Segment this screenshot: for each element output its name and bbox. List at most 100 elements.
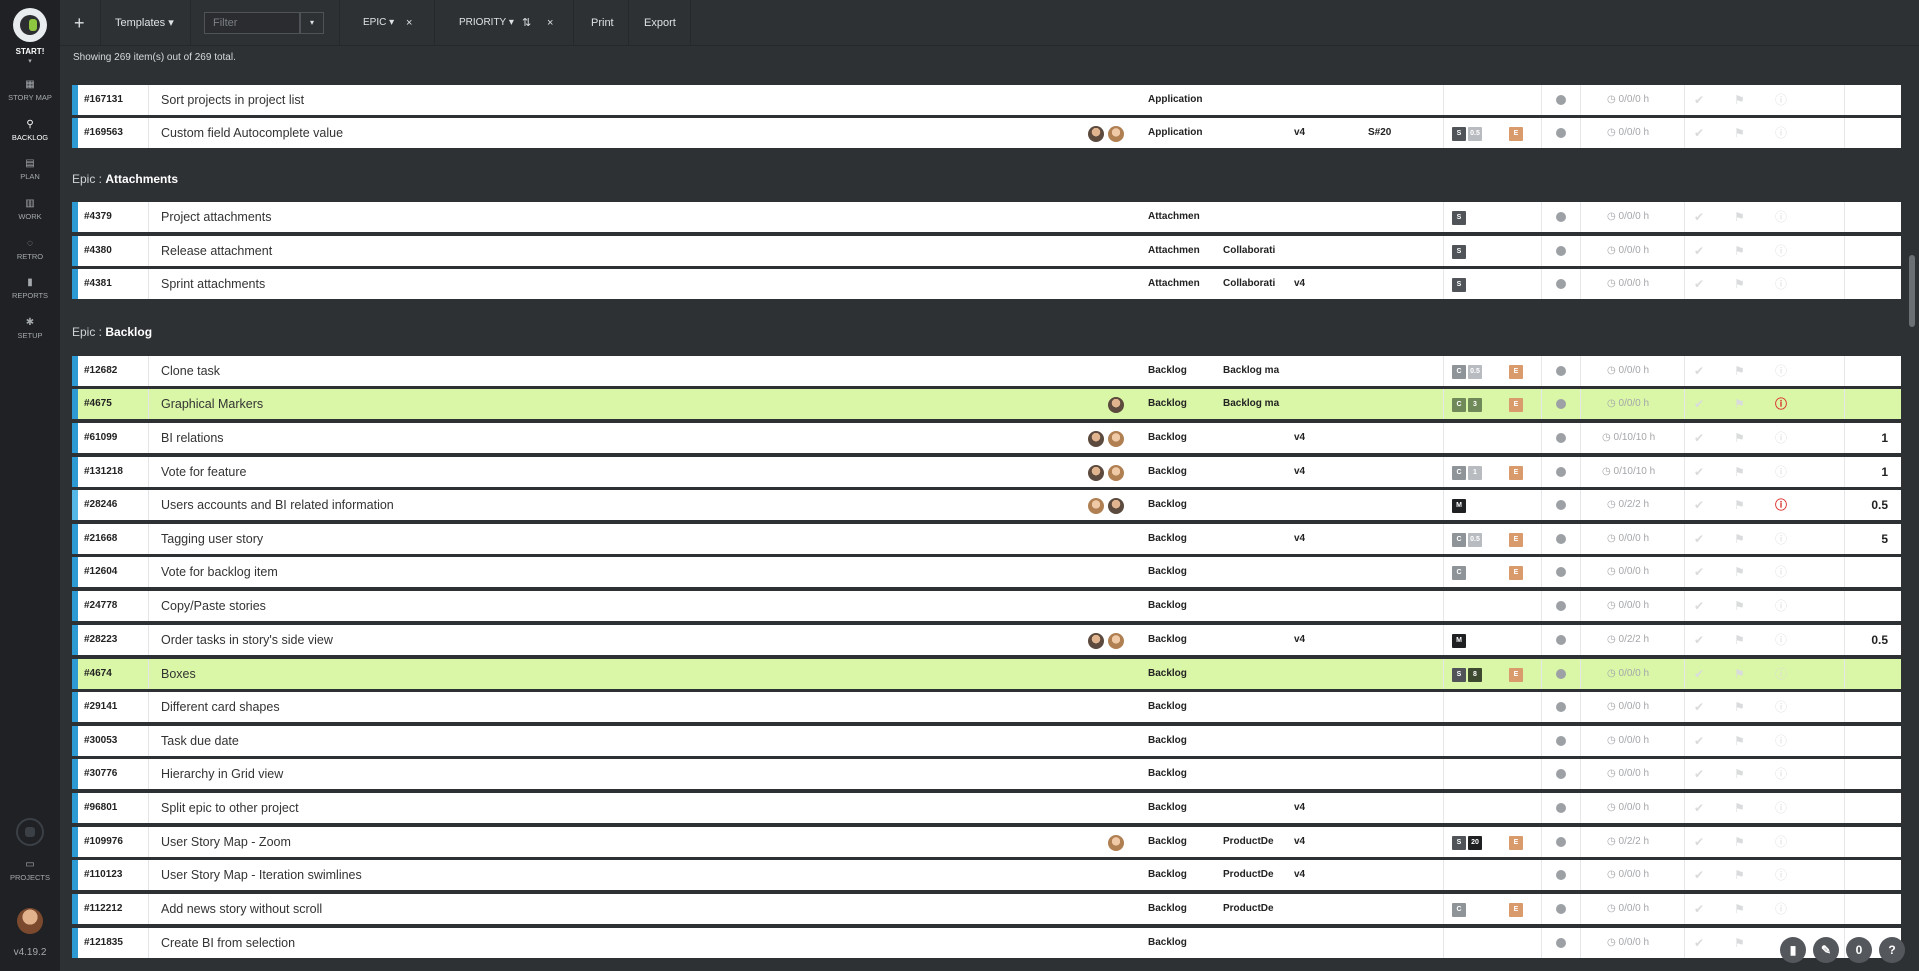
item-id[interactable]: #167131: [84, 85, 146, 115]
table-row[interactable]: #4381 Sprint attachments Attachmen Colla…: [72, 267, 1901, 299]
avatar[interactable]: [1108, 465, 1124, 481]
item-id[interactable]: #21668: [84, 524, 146, 554]
table-row[interactable]: #131218 Vote for feature Backlog v4 C 1 …: [72, 455, 1901, 487]
item-title[interactable]: Graphical Markers: [148, 389, 1048, 419]
item-id[interactable]: #4675: [84, 389, 146, 419]
nav-backlog[interactable]: ⚲ BACKLOG: [0, 118, 60, 152]
status-dot[interactable]: [1556, 702, 1566, 712]
flag-icon[interactable]: ⚑: [1734, 524, 1745, 554]
status-dot[interactable]: [1556, 601, 1566, 611]
item-id[interactable]: #30776: [84, 759, 146, 789]
alert-icon[interactable]: ⓘ: [1775, 490, 1787, 520]
item-title[interactable]: Release attachment: [148, 236, 1048, 266]
item-title[interactable]: Add news story without scroll: [148, 894, 1048, 924]
check-icon[interactable]: ✔: [1694, 759, 1704, 789]
item-id[interactable]: #96801: [84, 793, 146, 823]
item-id[interactable]: #12682: [84, 356, 146, 386]
item-title[interactable]: Custom field Autocomplete value: [148, 118, 1048, 148]
flag-icon[interactable]: ⚑: [1734, 591, 1745, 621]
flag-icon[interactable]: ⚑: [1734, 894, 1745, 924]
table-row[interactable]: #112212 Add news story without scroll Ba…: [72, 892, 1901, 924]
status-dot[interactable]: [1556, 870, 1566, 880]
item-title[interactable]: BI relations: [148, 423, 1048, 453]
nav-projects[interactable]: ▭ PROJECTS: [0, 858, 60, 892]
item-title[interactable]: Tagging user story: [148, 524, 1048, 554]
check-icon[interactable]: ✔: [1694, 625, 1704, 655]
flag-icon[interactable]: ⚑: [1734, 625, 1745, 655]
vertical-scrollbar[interactable]: [1909, 255, 1915, 327]
epic-group-dropdown[interactable]: EPIC ▾: [363, 0, 394, 46]
info-icon[interactable]: ⓘ: [1775, 236, 1787, 266]
check-icon[interactable]: ✔: [1694, 118, 1704, 148]
item-id[interactable]: #4381: [84, 269, 146, 299]
user-avatar[interactable]: [17, 908, 43, 934]
item-id[interactable]: #131218: [84, 457, 146, 487]
check-icon[interactable]: ✔: [1694, 85, 1704, 115]
flag-icon[interactable]: ⚑: [1734, 118, 1745, 148]
avatar[interactable]: [1108, 126, 1124, 142]
item-title[interactable]: Users accounts and BI related informatio…: [148, 490, 1048, 520]
check-icon[interactable]: ✔: [1694, 423, 1704, 453]
item-id[interactable]: #61099: [84, 423, 146, 453]
item-title[interactable]: Project attachments: [148, 202, 1048, 232]
check-icon[interactable]: ✔: [1694, 524, 1704, 554]
table-row[interactable]: #109976 User Story Map - Zoom Backlog Pr…: [72, 825, 1901, 857]
info-icon[interactable]: ⓘ: [1775, 524, 1787, 554]
status-dot[interactable]: [1556, 246, 1566, 256]
check-icon[interactable]: ✔: [1694, 457, 1704, 487]
item-title[interactable]: Task due date: [148, 726, 1048, 756]
table-row[interactable]: #61099 BI relations Backlog v4 ◷ 0/10/10…: [72, 421, 1901, 453]
item-id[interactable]: #4674: [84, 659, 146, 689]
flag-icon[interactable]: ⚑: [1734, 726, 1745, 756]
start-label[interactable]: START!: [0, 47, 60, 56]
status-dot[interactable]: [1556, 212, 1566, 222]
export-button[interactable]: Export: [644, 0, 676, 46]
item-id[interactable]: #4380: [84, 236, 146, 266]
status-dot[interactable]: [1556, 736, 1566, 746]
item-id[interactable]: #30053: [84, 726, 146, 756]
flag-icon[interactable]: ⚑: [1734, 793, 1745, 823]
avatar[interactable]: [1108, 397, 1124, 413]
table-row[interactable]: #4675 Graphical Markers Backlog Backlog …: [72, 387, 1901, 419]
check-icon[interactable]: ✔: [1694, 389, 1704, 419]
status-dot[interactable]: [1556, 95, 1566, 105]
sort-order-icon[interactable]: ⇅: [522, 0, 531, 46]
flag-icon[interactable]: ⚑: [1734, 202, 1745, 232]
status-dot[interactable]: [1556, 837, 1566, 847]
info-icon[interactable]: ⓘ: [1775, 202, 1787, 232]
avatar[interactable]: [1088, 498, 1104, 514]
table-row[interactable]: #21668 Tagging user story Backlog v4 C 0…: [72, 522, 1901, 554]
alert-icon[interactable]: ⓘ: [1775, 389, 1787, 419]
check-icon[interactable]: ✔: [1694, 894, 1704, 924]
item-id[interactable]: #109976: [84, 827, 146, 857]
info-icon[interactable]: ⓘ: [1775, 557, 1787, 587]
status-dot[interactable]: [1556, 399, 1566, 409]
info-icon[interactable]: ⓘ: [1775, 759, 1787, 789]
flag-icon[interactable]: ⚑: [1734, 860, 1745, 890]
filter-input[interactable]: Filter: [204, 12, 300, 34]
flag-icon[interactable]: ⚑: [1734, 659, 1745, 689]
info-icon[interactable]: ⓘ: [1775, 356, 1787, 386]
check-icon[interactable]: ✔: [1694, 692, 1704, 722]
nav-plan[interactable]: ▤ PLAN: [0, 157, 60, 191]
check-icon[interactable]: ✔: [1694, 726, 1704, 756]
status-dot[interactable]: [1556, 500, 1566, 510]
chevron-down-icon[interactable]: ▾: [0, 57, 60, 65]
check-icon[interactable]: ✔: [1694, 269, 1704, 299]
item-title[interactable]: Create BI from selection: [148, 928, 1048, 958]
avatar[interactable]: [1108, 498, 1124, 514]
item-title[interactable]: User Story Map - Zoom: [148, 827, 1048, 857]
item-id[interactable]: #24778: [84, 591, 146, 621]
help-icon[interactable]: ?: [1879, 937, 1905, 963]
table-row[interactable]: #4674 Boxes Backlog S 8 E ◷ 0/0/0 h ✔ ⚑ …: [72, 657, 1901, 689]
filter-dropdown-button[interactable]: ▾: [300, 12, 324, 34]
avatar[interactable]: [1088, 633, 1104, 649]
table-row[interactable]: #24778 Copy/Paste stories Backlog ◷ 0/0/…: [72, 589, 1901, 621]
status-dot[interactable]: [1556, 433, 1566, 443]
avatar[interactable]: [1088, 465, 1104, 481]
edit-icon[interactable]: ✎: [1813, 937, 1839, 963]
flag-icon[interactable]: ⚑: [1734, 236, 1745, 266]
table-row[interactable]: #30776 Hierarchy in Grid view Backlog ◷ …: [72, 757, 1901, 789]
item-title[interactable]: Copy/Paste stories: [148, 591, 1048, 621]
info-icon[interactable]: ⓘ: [1775, 793, 1787, 823]
